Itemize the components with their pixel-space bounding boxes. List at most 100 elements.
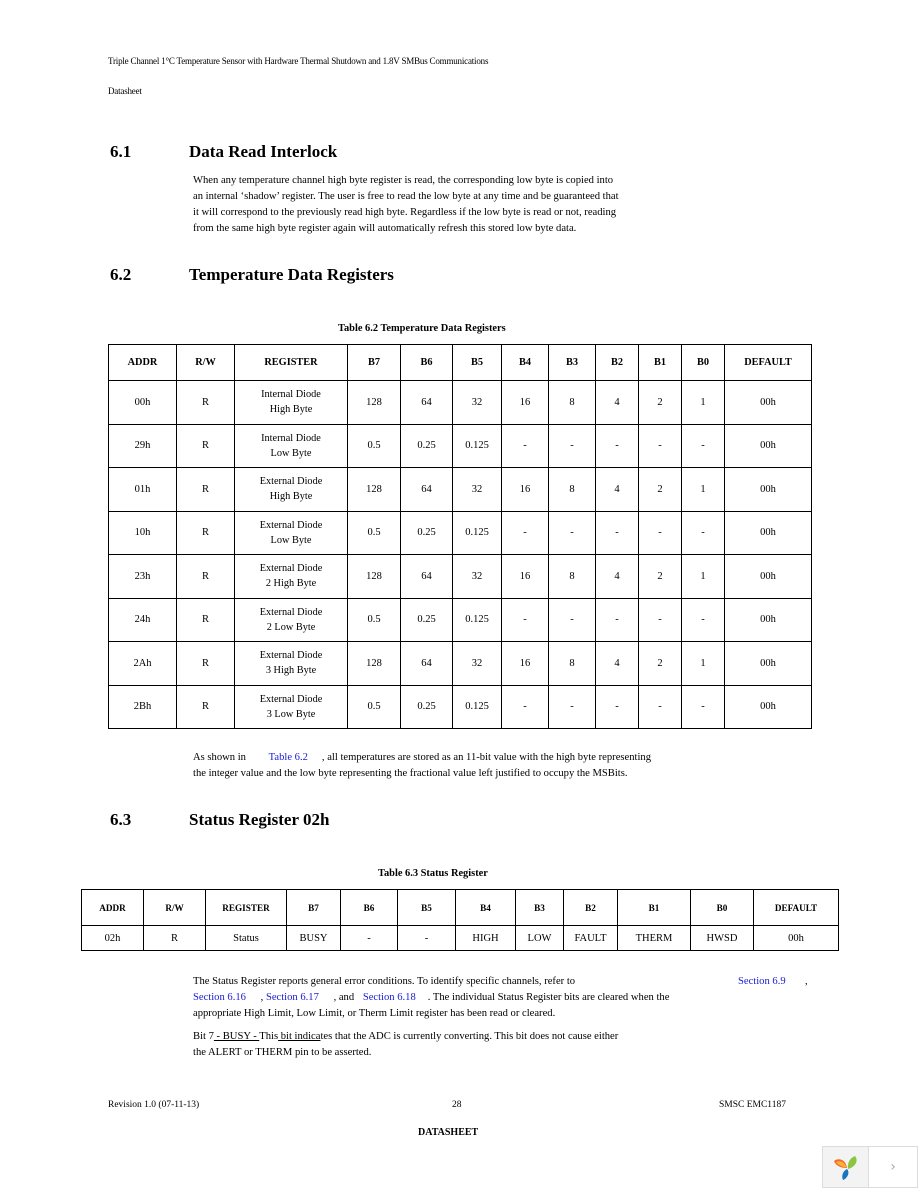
header-addr: ADDR bbox=[108, 344, 177, 381]
cell-b3: 8 bbox=[548, 467, 596, 512]
register-line-1: Internal Diode bbox=[261, 389, 321, 401]
register-line-1: External Diode bbox=[259, 563, 323, 575]
cell-b3: 8 bbox=[548, 554, 596, 599]
cell-register: Internal Diode Low Byte bbox=[234, 423, 348, 468]
table-header-row: ADDR R/W REGISTER B7 B6 B5 B4 B3 B2 B1 B… bbox=[108, 344, 812, 381]
section-6-16-link[interactable]: Section 6.16 bbox=[193, 992, 246, 1003]
section-6-17-link[interactable]: Section 6.17 bbox=[266, 992, 319, 1003]
para-sep: , bbox=[260, 992, 264, 1003]
register-line-2: 2 High Byte bbox=[265, 578, 317, 590]
cell-b2: 4 bbox=[595, 554, 639, 599]
header-b6: B6 bbox=[400, 344, 453, 381]
cell-b7: 0.5 bbox=[347, 684, 401, 729]
cell-register: External Diode 3 Low Byte bbox=[234, 684, 348, 729]
cell-b4: 16 bbox=[501, 467, 549, 512]
cell-b4: HIGH bbox=[455, 925, 516, 951]
table-row: 2Ah R External Diode 3 High Byte 128 64 3… bbox=[108, 641, 812, 686]
cell-b4: - bbox=[501, 510, 549, 555]
doc-type-header: Datasheet bbox=[108, 86, 142, 96]
table-6-2-link[interactable]: Table 6.2 bbox=[269, 752, 308, 763]
cell-b7: BUSY bbox=[286, 925, 341, 951]
cell-default: 00h bbox=[724, 597, 812, 642]
header-b5: B5 bbox=[452, 344, 502, 381]
cell-register: External Diode Low Byte bbox=[234, 510, 348, 555]
cell-b2: - bbox=[595, 423, 639, 468]
para-text: This bbox=[259, 1031, 279, 1042]
cell-b2: - bbox=[595, 510, 639, 555]
register-line-2: High Byte bbox=[269, 404, 313, 416]
header-b2: B2 bbox=[563, 889, 618, 926]
cell-b5: 32 bbox=[452, 380, 502, 425]
cell-rw: R bbox=[176, 554, 235, 599]
cell-b4: 16 bbox=[501, 380, 549, 425]
para-text: the ALERT or THERM pin to be asserted. bbox=[193, 1047, 372, 1058]
busy-label: - BUSY - bbox=[213, 1031, 260, 1042]
cell-b0: 1 bbox=[681, 467, 725, 512]
section-6-18-link[interactable]: Section 6.18 bbox=[363, 992, 416, 1003]
cell-rw: R bbox=[143, 925, 206, 951]
cell-addr: 23h bbox=[108, 554, 177, 599]
cell-addr: 2Bh bbox=[108, 684, 177, 729]
register-line-2: High Byte bbox=[269, 491, 313, 503]
header-b4: B4 bbox=[455, 889, 516, 926]
footer-revision: Revision 1.0 (07-11-13) bbox=[108, 1100, 200, 1110]
table-header-row: ADDR R/W REGISTER B7 B6 B5 B4 B3 B2 B1 B… bbox=[81, 889, 839, 926]
cell-b0: 1 bbox=[681, 380, 725, 425]
cell-b3: LOW bbox=[515, 925, 564, 951]
section-6-3-title: Status Register 02h bbox=[189, 810, 330, 829]
section-6-2-number: 6.2 bbox=[110, 265, 132, 284]
para-sep: , and bbox=[333, 992, 355, 1003]
cell-b6: 0.25 bbox=[400, 423, 453, 468]
cell-b2: - bbox=[595, 684, 639, 729]
table-row: 2Bh R External Diode 3 Low Byte 0.5 0.25 … bbox=[108, 684, 812, 729]
paragraph-line: When any temperature channel high byte r… bbox=[193, 175, 614, 186]
cell-b0: - bbox=[681, 684, 725, 729]
cell-b6: 0.25 bbox=[400, 510, 453, 555]
cell-default: 00h bbox=[724, 467, 812, 512]
cell-register: External Diode 2 Low Byte bbox=[234, 597, 348, 642]
cell-b2: 4 bbox=[595, 641, 639, 686]
cell-rw: R bbox=[176, 467, 235, 512]
table-6-2-note: As shown in Table 6.2 , all temperatures … bbox=[193, 750, 733, 782]
cell-register: Internal Diode High Byte bbox=[234, 380, 348, 425]
chevron-right-icon[interactable]: › bbox=[869, 1147, 917, 1187]
cell-addr: 01h bbox=[108, 467, 177, 512]
cell-b0: HWSD bbox=[690, 925, 754, 951]
header-default: DEFAULT bbox=[753, 889, 839, 926]
para-text-underlined: bit indica bbox=[278, 1031, 321, 1042]
table-row: 00h R Internal Diode High Byte 128 64 32 … bbox=[108, 380, 812, 425]
cell-rw: R bbox=[176, 597, 235, 642]
para-text: appropriate High Limit, Low Limit, or Th… bbox=[193, 1008, 556, 1019]
header-b6: B6 bbox=[340, 889, 398, 926]
app-logo-icon[interactable] bbox=[823, 1147, 869, 1187]
register-line-2: 3 High Byte bbox=[265, 665, 317, 677]
cell-b4: - bbox=[501, 684, 549, 729]
cell-rw: R bbox=[176, 423, 235, 468]
note-text-post: , all temperatures are stored as an 11-b… bbox=[321, 752, 652, 763]
cell-addr: 00h bbox=[108, 380, 177, 425]
cell-rw: R bbox=[176, 684, 235, 729]
cell-default: 00h bbox=[724, 380, 812, 425]
cell-b1: 2 bbox=[638, 554, 682, 599]
header-b7: B7 bbox=[286, 889, 341, 926]
cell-b4: 16 bbox=[501, 641, 549, 686]
cell-b0: 1 bbox=[681, 641, 725, 686]
cell-b3: - bbox=[548, 510, 596, 555]
cell-default: 00h bbox=[724, 510, 812, 555]
section-6-9-link[interactable]: Section 6.9 bbox=[738, 974, 786, 990]
cell-b7: 0.5 bbox=[347, 597, 401, 642]
cell-b7: 128 bbox=[347, 641, 401, 686]
doc-title-header: Triple Channel 1°C Temperature Sensor wi… bbox=[108, 56, 489, 66]
cell-b1: 2 bbox=[638, 641, 682, 686]
register-line-1: External Diode bbox=[259, 650, 323, 662]
register-line-1: Internal Diode bbox=[261, 432, 321, 444]
cell-b7: 128 bbox=[347, 467, 401, 512]
cell-default: 00h bbox=[724, 554, 812, 599]
cell-register: Status bbox=[205, 925, 287, 951]
header-rw: R/W bbox=[176, 344, 235, 381]
cell-b2: - bbox=[595, 597, 639, 642]
register-line-1: External Diode bbox=[259, 693, 323, 705]
cell-b1: 2 bbox=[638, 380, 682, 425]
cell-register: External Diode 3 High Byte bbox=[234, 641, 348, 686]
cell-b1: - bbox=[638, 597, 682, 642]
